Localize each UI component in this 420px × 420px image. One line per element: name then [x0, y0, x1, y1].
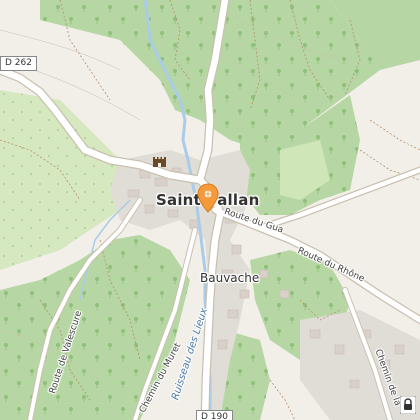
road-shield-d190: D 190	[196, 410, 233, 420]
location-pin-icon[interactable]	[197, 183, 219, 213]
road-shield-d262: D 262	[0, 56, 37, 71]
map-view[interactable]: Saint-Vallan Bauvache D 262 D 190 Route …	[0, 0, 420, 420]
village-label: Bauvache	[200, 271, 260, 285]
castle-icon[interactable]	[152, 154, 167, 168]
lock-icon[interactable]	[400, 396, 416, 414]
